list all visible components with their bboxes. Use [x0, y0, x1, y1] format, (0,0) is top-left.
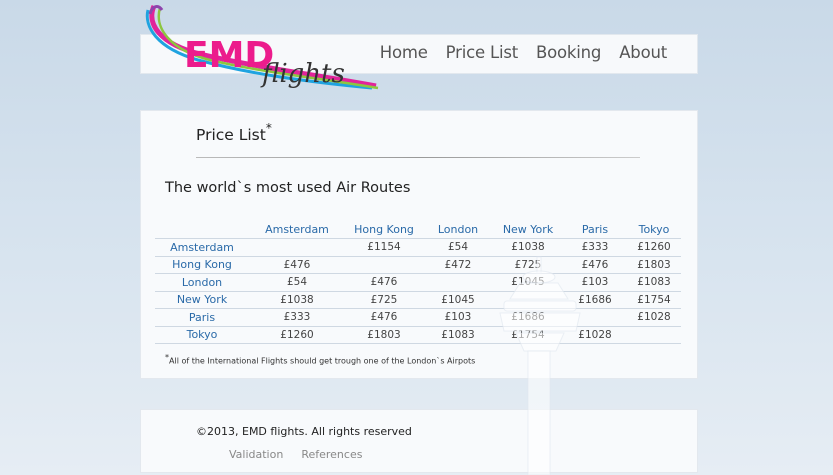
column-header: Hong Kong — [354, 223, 414, 236]
column-header: London — [437, 223, 479, 236]
price-cell: £1686 — [563, 290, 627, 309]
price-list-panel: Price List* The world`s most used Air Ro… — [140, 110, 698, 379]
price-cell: £54 — [423, 238, 493, 256]
footer: ©2013, EMD flights. All rights reserved … — [140, 409, 698, 473]
price-cell: £472 — [423, 255, 493, 274]
price-cell: £1803 — [627, 255, 681, 274]
price-cell — [563, 308, 627, 326]
emd-flights-logo[interactable]: EMD flights — [140, 4, 380, 100]
price-cell: £333 — [249, 308, 345, 326]
page-title: Price List* — [196, 121, 272, 145]
title-divider — [196, 157, 640, 158]
table-row: Hong Kong £476 £472 £725 £476 £1803 — [155, 255, 681, 274]
price-cell: £476 — [563, 255, 627, 274]
price-cell: £1038 — [493, 238, 563, 256]
column-header: New York — [502, 223, 554, 236]
price-cell: £1803 — [345, 325, 423, 344]
row-header: Paris — [155, 308, 249, 326]
price-table: Amsterdam Hong Kong London New York Pari… — [155, 221, 681, 344]
price-cell: £1083 — [423, 325, 493, 344]
price-cell: £725 — [493, 255, 563, 274]
price-cell: £333 — [563, 238, 627, 256]
validation-link[interactable]: Validation — [229, 448, 283, 461]
price-cell — [493, 290, 563, 309]
table-row: New York £1038 £725 £1045 £1686 £1754 — [155, 290, 681, 309]
row-header: New York — [155, 290, 249, 309]
price-cell: £1154 — [345, 238, 423, 256]
copyright-text: ©2013, EMD flights. All rights reserved — [196, 425, 412, 438]
price-cell: £1260 — [627, 238, 681, 256]
column-header: Tokyo — [638, 223, 670, 236]
page-title-text: Price List — [196, 126, 266, 145]
price-cell: £1038 — [249, 290, 345, 309]
price-cell: £1754 — [493, 325, 563, 344]
price-cell: £476 — [249, 255, 345, 274]
table-footnote: *All of the International Flights should… — [165, 353, 475, 366]
routes-heading: The world`s most used Air Routes — [165, 180, 411, 196]
column-header: Paris — [581, 223, 609, 236]
price-cell: £1028 — [563, 325, 627, 344]
price-cell: £1083 — [627, 273, 681, 291]
price-cell: £1686 — [493, 308, 563, 326]
table-row: Amsterdam £1154 £54 £1038 £333 £1260 — [155, 238, 681, 256]
price-cell: £725 — [345, 290, 423, 309]
table-row: Tokyo £1260 £1803 £1083 £1754 £1028 — [155, 325, 681, 344]
nav-home[interactable]: Home — [380, 43, 428, 62]
price-cell — [627, 325, 681, 344]
price-cell: £1045 — [493, 273, 563, 291]
logo-tagline-text: flights — [260, 59, 345, 89]
references-link[interactable]: References — [301, 448, 362, 461]
nav-booking[interactable]: Booking — [536, 43, 601, 62]
column-header: Amsterdam — [265, 223, 329, 236]
footnote-text: All of the International Flights should … — [169, 356, 476, 366]
table-corner — [155, 221, 249, 239]
price-cell: £1754 — [627, 290, 681, 309]
logo-brand-text: EMD — [184, 35, 274, 76]
price-cell — [249, 238, 345, 256]
table-row: Paris £333 £476 £103 £1686 £1028 — [155, 308, 681, 326]
price-cell: £1260 — [249, 325, 345, 344]
price-cell: £1045 — [423, 290, 493, 309]
row-header: Amsterdam — [155, 238, 249, 256]
price-cell — [345, 255, 423, 274]
price-cell — [423, 273, 493, 291]
table-header-row: Amsterdam Hong Kong London New York Pari… — [155, 221, 681, 239]
table-row: London £54 £476 £1045 £103 £1083 — [155, 273, 681, 291]
price-cell: £103 — [423, 308, 493, 326]
main-nav: Home Price List Booking About — [380, 43, 667, 62]
footer-links: Validation References — [229, 448, 362, 461]
price-cell: £54 — [249, 273, 345, 291]
price-cell: £103 — [563, 273, 627, 291]
page-title-mark: * — [265, 121, 272, 135]
nav-about[interactable]: About — [619, 43, 667, 62]
price-cell: £1028 — [627, 308, 681, 326]
row-header: London — [155, 273, 249, 291]
price-cell: £476 — [345, 308, 423, 326]
nav-price-list[interactable]: Price List — [446, 43, 519, 62]
row-header: Tokyo — [155, 325, 249, 344]
price-cell: £476 — [345, 273, 423, 291]
row-header: Hong Kong — [155, 255, 249, 274]
